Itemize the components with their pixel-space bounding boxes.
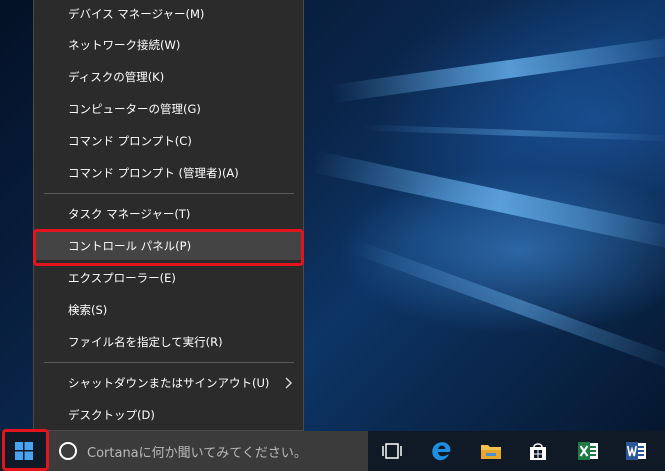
- edge-button[interactable]: [417, 431, 465, 471]
- menu-item-label: ファイル名を指定して実行(R): [68, 335, 223, 349]
- menu-separator: [44, 362, 294, 363]
- winx-context-menu: デバイス マネージャー(M) ネットワーク接続(W) ディスクの管理(K) コン…: [33, 0, 304, 431]
- menu-item-label: コマンド プロンプト (管理者)(A): [68, 166, 239, 180]
- menu-item-computer-management[interactable]: コンピューターの管理(G): [34, 95, 303, 123]
- annotation-highlight-control-panel: [33, 229, 304, 266]
- menu-item-label: エクスプローラー(E): [68, 271, 176, 285]
- menu-item-command-prompt-admin[interactable]: コマンド プロンプト (管理者)(A): [34, 159, 303, 187]
- menu-item-device-manager[interactable]: デバイス マネージャー(M): [34, 0, 303, 28]
- menu-item-run[interactable]: ファイル名を指定して実行(R): [34, 328, 303, 356]
- menu-item-label: コマンド プロンプト(C): [68, 134, 192, 148]
- menu-item-search[interactable]: 検索(S): [34, 296, 303, 324]
- word-button[interactable]: [612, 431, 660, 471]
- store-icon: [530, 443, 546, 460]
- word-icon: [626, 442, 646, 460]
- menu-item-label: デスクトップ(D): [68, 408, 155, 422]
- menu-item-shutdown-signout[interactable]: シャットダウンまたはサインアウト(U): [34, 369, 303, 397]
- menu-separator: [44, 193, 294, 194]
- wallpaper-light-beam: [311, 150, 665, 252]
- menu-item-explorer[interactable]: エクスプローラー(E): [34, 264, 303, 292]
- store-button[interactable]: [514, 431, 562, 471]
- menu-item-label: ディスクの管理(K): [68, 70, 165, 84]
- menu-item-task-manager[interactable]: タスク マネージャー(T): [34, 200, 303, 228]
- wallpaper-light-beam: [348, 238, 665, 376]
- annotation-highlight-start-button: [2, 429, 49, 471]
- file-explorer-button[interactable]: [467, 431, 515, 471]
- wallpaper-light-beam: [359, 124, 665, 142]
- menu-item-label: デバイス マネージャー(M): [68, 7, 205, 21]
- task-view-button[interactable]: [368, 431, 416, 471]
- taskbar: Cortanaに何か聞いてみてください。: [0, 431, 665, 471]
- menu-item-command-prompt[interactable]: コマンド プロンプト(C): [34, 127, 303, 155]
- menu-item-network-connections[interactable]: ネットワーク接続(W): [34, 31, 303, 59]
- menu-item-disk-management[interactable]: ディスクの管理(K): [34, 63, 303, 91]
- menu-item-label: シャットダウンまたはサインアウト(U): [68, 376, 270, 390]
- menu-item-label: ネットワーク接続(W): [68, 38, 181, 52]
- menu-item-desktop[interactable]: デスクトップ(D): [34, 401, 303, 429]
- excel-button[interactable]: [564, 431, 612, 471]
- wallpaper-light-beam: [330, 35, 665, 103]
- excel-icon: [578, 442, 598, 460]
- menu-item-label: 検索(S): [68, 303, 108, 317]
- cortana-search-box[interactable]: Cortanaに何か聞いてみてください。: [48, 431, 368, 471]
- edge-icon: [432, 442, 451, 461]
- task-view-icon: [382, 443, 402, 459]
- chevron-right-icon: [285, 377, 292, 389]
- search-placeholder: Cortanaに何か聞いてみてください。: [87, 445, 307, 461]
- file-explorer-icon: [481, 445, 501, 459]
- menu-item-label: コンピューターの管理(G): [68, 102, 201, 116]
- cortana-icon: [59, 442, 77, 460]
- menu-item-label: タスク マネージャー(T): [68, 207, 191, 221]
